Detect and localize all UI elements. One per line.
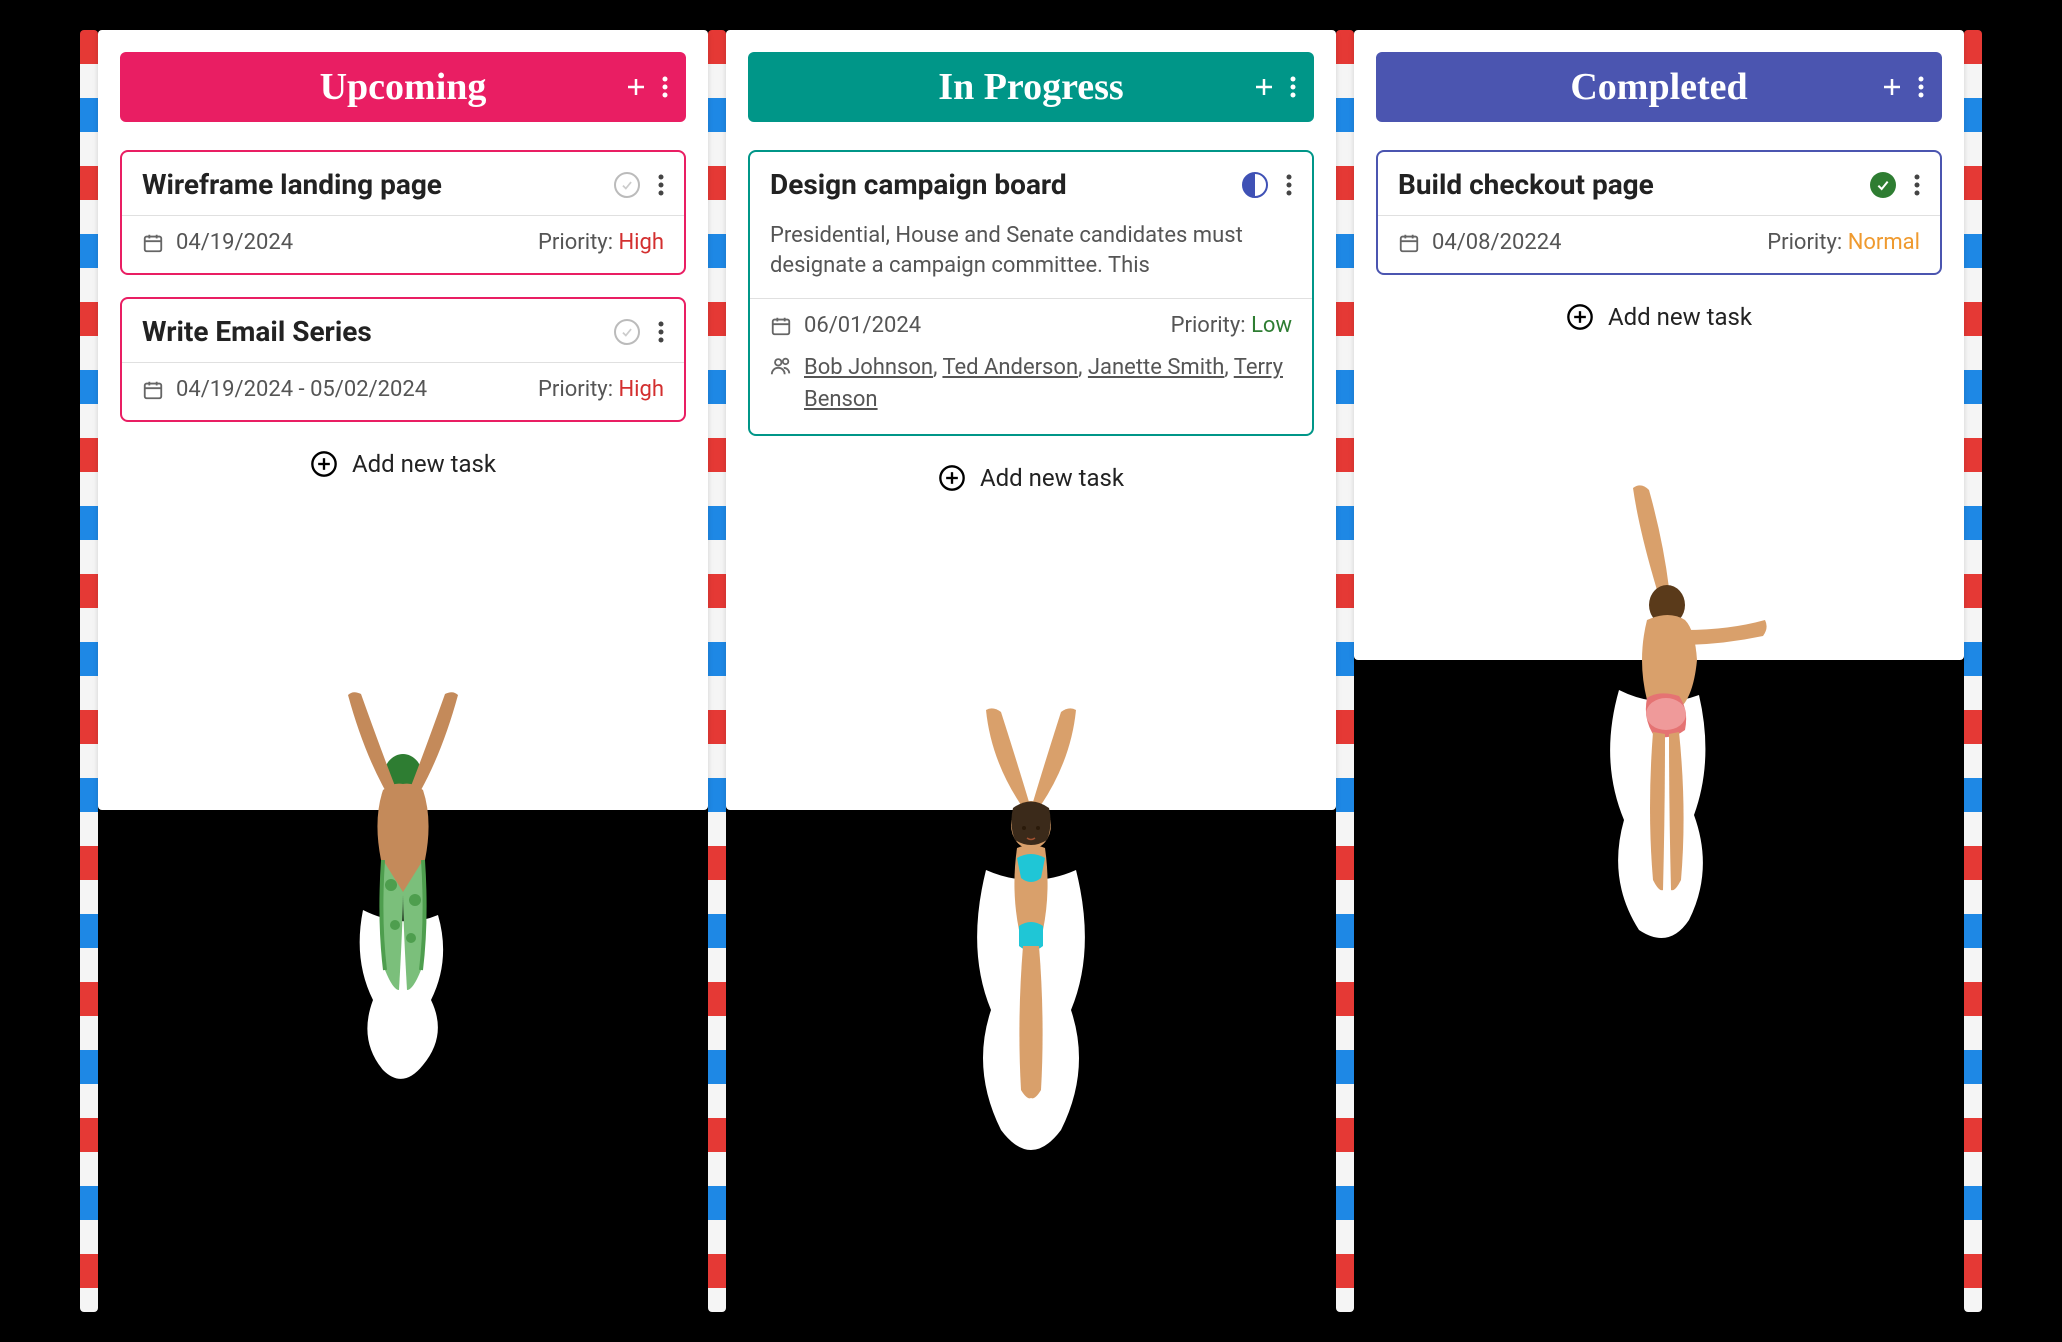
card-menu-icon[interactable]	[658, 321, 664, 343]
column-menu-icon[interactable]	[1918, 76, 1924, 98]
column-title: Upcoming	[320, 65, 487, 109]
column-title: In Progress	[938, 65, 1123, 109]
column-title: Completed	[1570, 65, 1747, 109]
add-card-icon[interactable]	[1252, 75, 1276, 99]
swimmer-illustration	[303, 660, 503, 1090]
task-description: Presidential, House and Senate candidate…	[750, 205, 1312, 299]
add-card-icon[interactable]	[624, 75, 648, 99]
calendar-icon	[142, 232, 164, 254]
lane-divider	[1964, 30, 1982, 1312]
people-icon	[770, 355, 792, 377]
column-menu-icon[interactable]	[662, 76, 668, 98]
task-title: Wireframe landing page	[142, 168, 442, 201]
column-upcoming: Upcoming Wireframe landing page	[98, 30, 708, 810]
priority-value: High	[618, 377, 664, 402]
column-menu-icon[interactable]	[1290, 76, 1296, 98]
column-completed: Completed Build checkout page	[1354, 30, 1964, 660]
priority-label: Priority:	[1767, 230, 1847, 255]
add-task-button[interactable]: Add new task	[748, 464, 1314, 492]
add-task-button[interactable]: Add new task	[120, 450, 686, 478]
lane-divider	[80, 30, 98, 1312]
swimmer-illustration	[931, 690, 1131, 1190]
add-card-icon[interactable]	[1880, 75, 1904, 99]
calendar-icon	[142, 379, 164, 401]
priority-label: Priority:	[1171, 313, 1251, 338]
card-menu-icon[interactable]	[1914, 174, 1920, 196]
priority-label: Priority:	[538, 230, 618, 255]
status-empty-icon[interactable]	[614, 172, 640, 198]
task-card[interactable]: Write Email Series 04/19/2024 - 05/02/20…	[120, 297, 686, 422]
card-menu-icon[interactable]	[658, 174, 664, 196]
plus-circle-icon	[938, 464, 966, 492]
add-task-label: Add new task	[352, 450, 496, 478]
task-title: Design campaign board	[770, 168, 1067, 201]
column-inprogress: In Progress Design campaign board Presid…	[726, 30, 1336, 810]
task-card[interactable]: Wireframe landing page 04/19/2024 Priori…	[120, 150, 686, 275]
task-date: 04/19/2024 - 05/02/2024	[176, 377, 427, 402]
priority-label: Priority:	[538, 377, 618, 402]
status-empty-icon[interactable]	[614, 319, 640, 345]
task-people: Bob Johnson, Ted Anderson, Janette Smith…	[804, 352, 1292, 416]
calendar-icon	[1398, 232, 1420, 254]
task-title: Build checkout page	[1398, 168, 1654, 201]
add-task-button[interactable]: Add new task	[1376, 303, 1942, 331]
swimmer-illustration	[1529, 480, 1789, 960]
task-card[interactable]: Design campaign board Presidential, Hous…	[748, 150, 1314, 436]
task-card[interactable]: Build checkout page 04/08/20224 Priority…	[1376, 150, 1942, 275]
status-half-icon[interactable]	[1242, 172, 1268, 198]
priority-value: Low	[1251, 313, 1292, 338]
column-header-inprogress: In Progress	[748, 52, 1314, 122]
add-task-label: Add new task	[1608, 303, 1752, 331]
lane-divider	[1336, 30, 1354, 1312]
column-header-upcoming: Upcoming	[120, 52, 686, 122]
priority-value: Normal	[1848, 230, 1920, 255]
lane-divider	[708, 30, 726, 1312]
card-menu-icon[interactable]	[1286, 174, 1292, 196]
status-done-icon[interactable]	[1870, 172, 1896, 198]
task-title: Write Email Series	[142, 315, 372, 348]
task-date: 04/19/2024	[176, 230, 293, 255]
task-date: 04/08/20224	[1432, 230, 1561, 255]
calendar-icon	[770, 315, 792, 337]
plus-circle-icon	[310, 450, 338, 478]
column-header-completed: Completed	[1376, 52, 1942, 122]
priority-value: High	[618, 230, 664, 255]
task-date: 06/01/2024	[804, 313, 921, 338]
plus-circle-icon	[1566, 303, 1594, 331]
add-task-label: Add new task	[980, 464, 1124, 492]
